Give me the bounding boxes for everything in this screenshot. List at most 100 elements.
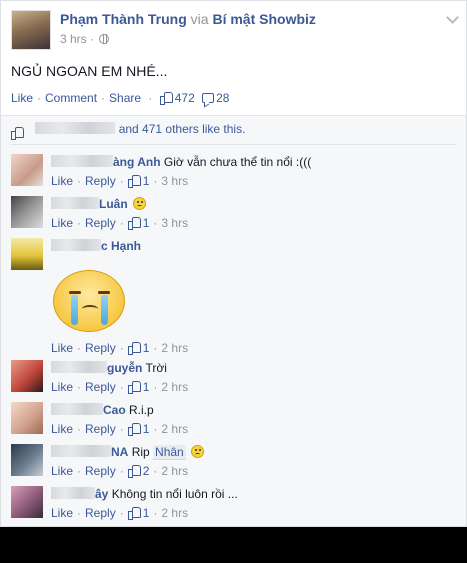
thumbs-up-icon <box>127 342 141 355</box>
meta-dot: · <box>119 506 124 520</box>
post-timestamp[interactable]: 3 hrs <box>60 32 87 46</box>
commenter-name[interactable]: ây <box>95 487 108 501</box>
chevron-down-icon[interactable] <box>446 11 459 24</box>
commenter-avatar[interactable] <box>11 196 43 228</box>
action-separator: · <box>37 91 42 105</box>
comment-like-button[interactable]: Like <box>51 341 73 355</box>
action-separator: · <box>148 91 153 105</box>
thumbs-up-icon <box>127 423 141 436</box>
comment-like-count[interactable]: 1 <box>143 216 150 230</box>
post-header: Phạm Thành Trung via Bí mật Showbiz 3 hr… <box>11 10 461 50</box>
blurred-name <box>51 361 107 373</box>
comment-line: c Hạnh <box>51 238 451 254</box>
meta-dot: · <box>153 380 158 394</box>
comment-text: Rip <box>131 445 150 459</box>
divider <box>11 144 456 145</box>
comment-like-button[interactable]: Like <box>51 422 73 436</box>
comment-like-count[interactable]: 1 <box>143 506 150 520</box>
author-avatar[interactable] <box>11 10 51 50</box>
comment-like-count[interactable]: 2 <box>143 464 150 478</box>
meta-dot: · <box>119 380 124 394</box>
comment-count[interactable]: 28 <box>216 91 229 105</box>
comment-reply-button[interactable]: Reply <box>85 422 116 436</box>
comment-timestamp[interactable]: 2 hrs <box>161 422 188 436</box>
meta-dot: · <box>119 216 124 230</box>
thumbs-up-icon <box>127 217 141 230</box>
share-button[interactable]: Share <box>109 91 141 105</box>
via-label: via <box>190 11 209 27</box>
commenter-name[interactable]: Cao <box>103 403 126 417</box>
comment-like-button[interactable]: Like <box>51 506 73 520</box>
comment-reply-button[interactable]: Reply <box>85 341 116 355</box>
commenter-avatar[interactable] <box>11 402 43 434</box>
comment-timestamp[interactable]: 3 hrs <box>161 174 188 188</box>
like-button[interactable]: Like <box>11 91 33 105</box>
commenter-name[interactable]: NA <box>111 445 128 459</box>
comment-timestamp[interactable]: 2 hrs <box>161 506 188 520</box>
comment-reply-button[interactable]: Reply <box>85 174 116 188</box>
comment-timestamp[interactable]: 3 hrs <box>161 216 188 230</box>
sticker-eye <box>69 291 81 294</box>
comment-reply-button[interactable]: Reply <box>85 506 116 520</box>
meta-dot: · <box>77 422 82 436</box>
comment-line: Cao R.i.p <box>51 402 451 418</box>
comment-meta: Like · Reply · 1 · 2 hrs <box>51 340 188 356</box>
group-name[interactable]: Bí mật Showbiz <box>212 11 315 27</box>
comment-like-count[interactable]: 1 <box>143 422 150 436</box>
blurred-name <box>51 403 103 415</box>
blurred-name <box>51 445 111 457</box>
sticker-tear <box>101 295 108 325</box>
comment-like-button[interactable]: Like <box>51 464 73 478</box>
commenter-name[interactable]: c Hạnh <box>101 239 141 253</box>
comment-timestamp[interactable]: 2 hrs <box>161 464 188 478</box>
meta-dot: · <box>153 464 158 478</box>
comment-reply-button[interactable]: Reply <box>85 216 116 230</box>
thumbs-up-icon <box>159 92 173 105</box>
likes-summary[interactable]: and 471 others like this. <box>119 122 246 136</box>
comment-body: c Hạnh <box>51 238 451 254</box>
comment-like-button[interactable]: Like <box>51 380 73 394</box>
comment-body: NA Rip Nhân Like · Reply · 2 · 2 hrs <box>51 444 451 479</box>
slightly-frowning-emoji <box>133 197 147 210</box>
like-count[interactable]: 472 <box>175 91 195 105</box>
blurred-name <box>35 122 116 134</box>
blurred-name <box>51 155 113 167</box>
blurred-name <box>51 197 99 209</box>
author-name[interactable]: Phạm Thành Trung <box>60 11 187 27</box>
commenter-avatar[interactable] <box>11 154 43 186</box>
comment-text: R.i.p <box>129 403 154 417</box>
comment-body: Cao R.i.p Like · Reply · 1 · 2 hrs <box>51 402 451 437</box>
comment-like-count[interactable]: 1 <box>143 174 150 188</box>
globe-icon[interactable] <box>99 34 110 44</box>
comment-like-count[interactable]: 1 <box>143 341 150 355</box>
comment-reply-button[interactable]: Reply <box>85 380 116 394</box>
comment-timestamp[interactable]: 2 hrs <box>161 341 188 355</box>
comment-like-button[interactable]: Like <box>51 216 73 230</box>
commenter-avatar[interactable] <box>11 360 43 392</box>
comment-like-button[interactable]: Like <box>51 174 73 188</box>
meta-dot: · <box>77 174 82 188</box>
comment-meta: Like · Reply · 1 · 2 hrs <box>51 505 451 521</box>
commenter-avatar[interactable] <box>11 444 43 476</box>
comment-like-count[interactable]: 1 <box>143 380 150 394</box>
comment-reply-button[interactable]: Reply <box>85 464 116 478</box>
commenter-avatar[interactable] <box>11 238 43 270</box>
meta-dot: · <box>153 341 158 355</box>
post-meta: 3 hrs · <box>60 32 110 46</box>
slightly-frowning-emoji <box>191 445 205 458</box>
comment-text: Trời <box>145 361 167 375</box>
commenter-avatar[interactable] <box>11 486 43 518</box>
tagged-user[interactable]: Nhân <box>153 445 186 460</box>
speech-bubble-icon <box>202 93 215 103</box>
thumbs-up-icon <box>127 465 141 478</box>
feedback-section: and 471 others like this. àng Anh Giờ vẫ… <box>1 115 466 526</box>
post-header-line: Phạm Thành Trung via Bí mật Showbiz <box>60 11 316 27</box>
commenter-name[interactable]: guyễn <box>107 361 142 375</box>
comment-button[interactable]: Comment <box>45 91 97 105</box>
meta-dot: · <box>119 422 124 436</box>
commenter-name[interactable]: àng Anh <box>113 155 161 169</box>
commenter-name[interactable]: Luân <box>99 197 128 211</box>
comment-timestamp[interactable]: 2 hrs <box>161 380 188 394</box>
post-actions: Like · Comment · Share · 472 28 <box>11 91 229 105</box>
meta-dot: · <box>153 216 158 230</box>
